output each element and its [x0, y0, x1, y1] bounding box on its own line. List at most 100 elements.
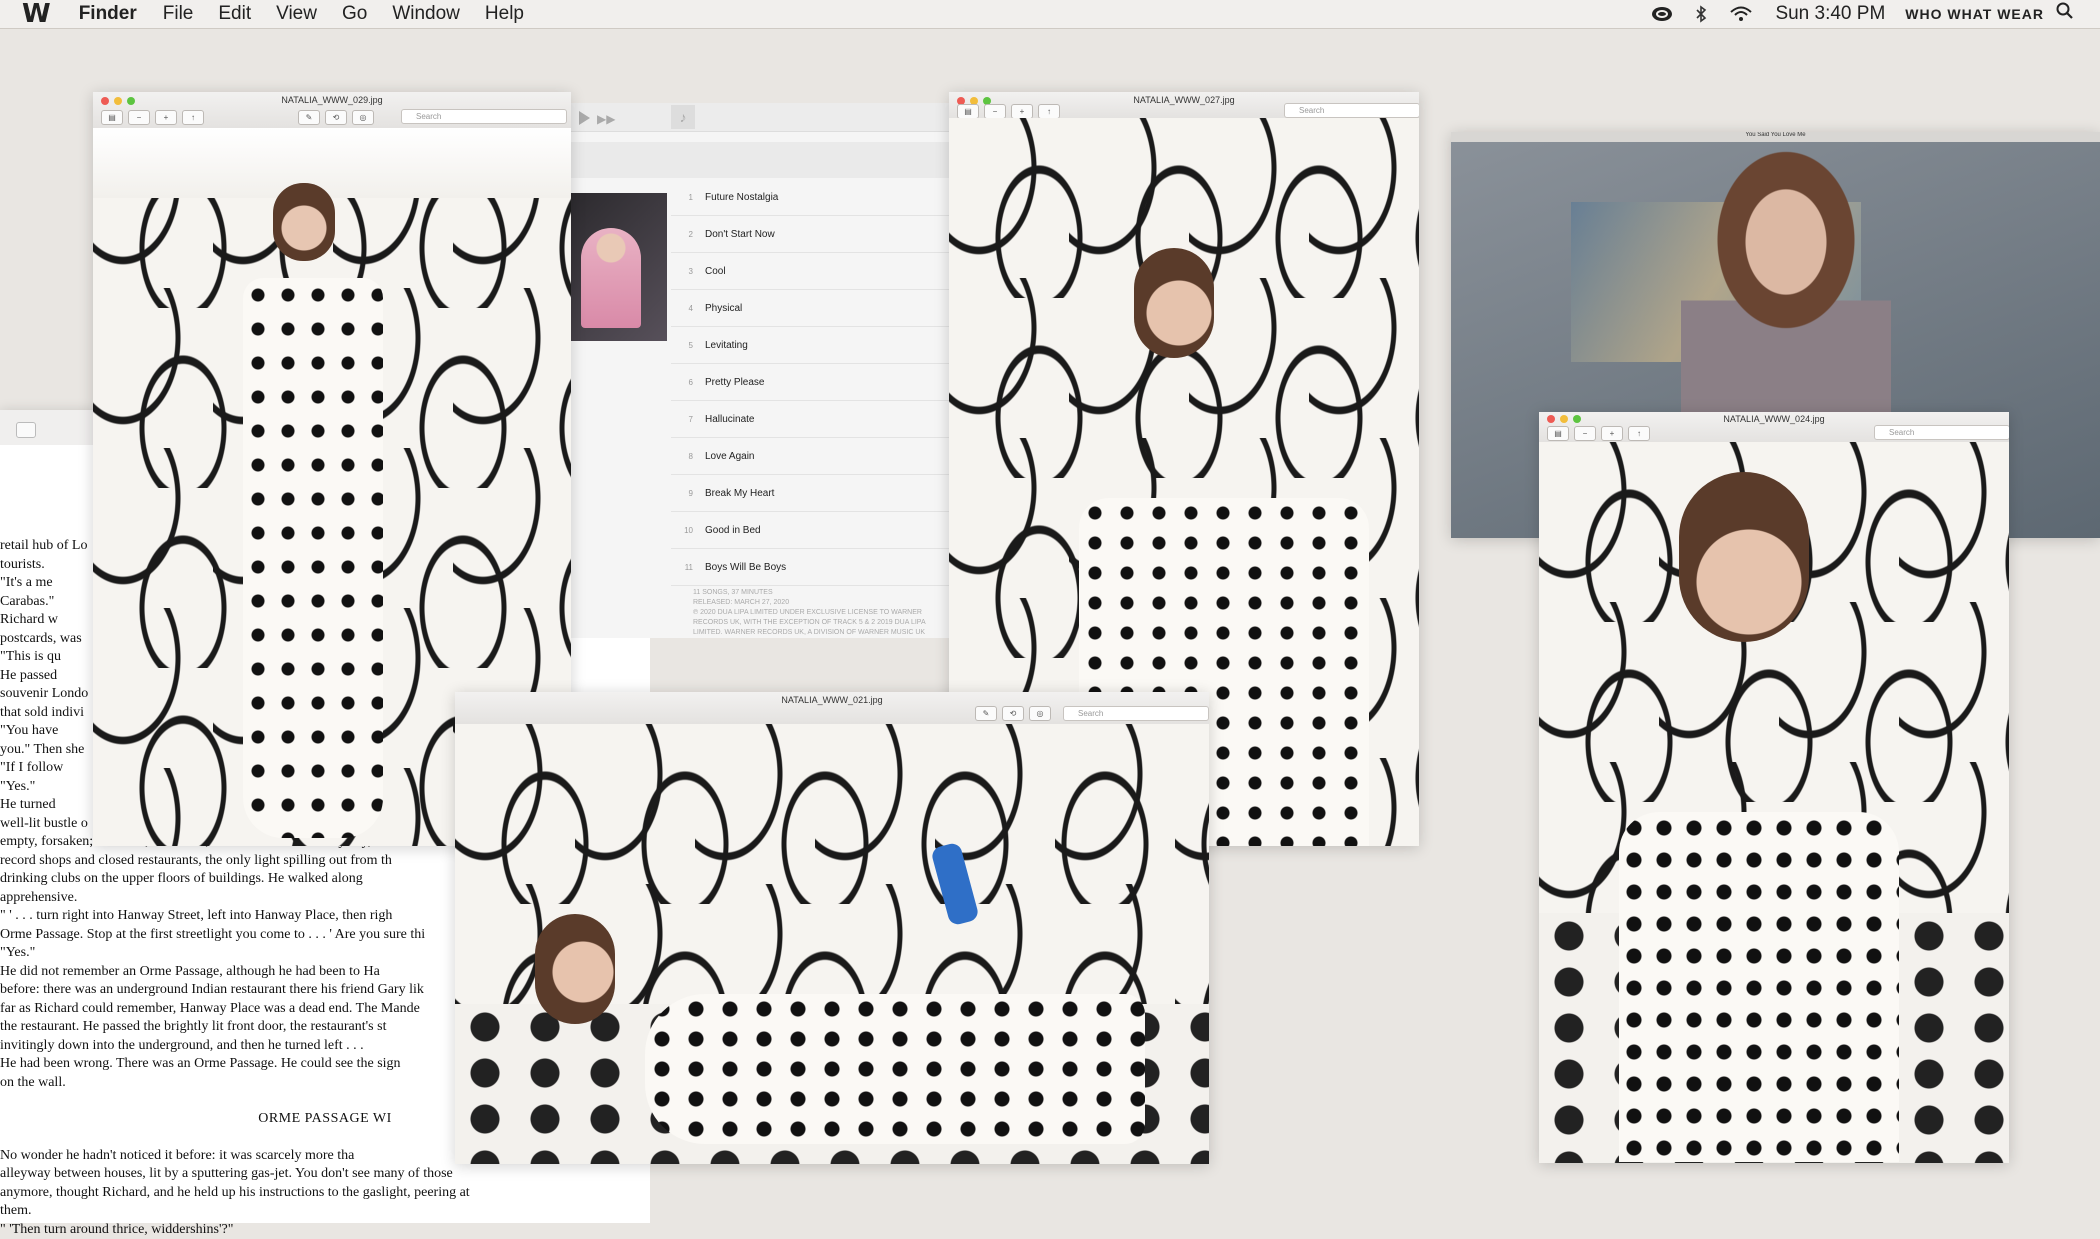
window-titlebar[interactable]: NATALIA_WWW_029.jpg ▤−+↑ ✎⟲◎ Search	[93, 92, 571, 129]
figure-dalmatian-jumpsuit	[203, 183, 413, 843]
track-row[interactable]: 10Good in Bed	[671, 512, 949, 549]
brand-logo-icon[interactable]: W	[22, 0, 49, 29]
album-copyright: ℗ 2020 DUA LIPA LIMITED UNDER EXCLUSIVE …	[693, 608, 943, 638]
menu-go[interactable]: Go	[342, 3, 367, 25]
menu-view[interactable]: View	[276, 3, 317, 25]
track-name: Break My Heart	[705, 488, 774, 499]
track-name: Levitating	[705, 340, 748, 351]
album-artwork[interactable]	[571, 193, 667, 341]
music-player-window: ▶▶ ♪ 1 Future Nostalgia 2 Don't Start Now 3C…	[571, 103, 949, 638]
status-area: Sun 3:40 PM WHO WHAT WEAR	[1651, 0, 2100, 28]
window-title: You Said You Love Me	[1451, 132, 2100, 138]
track-number: 10	[671, 526, 693, 535]
track-number: 6	[671, 378, 693, 387]
zoom-out-icon[interactable]: −	[984, 104, 1006, 119]
fast-forward-icon[interactable]: ▶▶	[597, 112, 615, 126]
markup-icon[interactable]: ✎	[975, 706, 997, 721]
track-row[interactable]: 7 Hallucinate	[671, 401, 949, 438]
album-cover-art	[581, 228, 641, 328]
track-name: Hallucinate	[705, 414, 754, 425]
annotate-icon[interactable]: ◎	[1029, 706, 1051, 721]
share-icon[interactable]: ↑	[1038, 104, 1060, 119]
track-name: Boys Will Be Boys	[705, 562, 786, 573]
search-input[interactable]: Search	[1063, 706, 1209, 721]
blue-heel	[930, 841, 980, 926]
annotate-icon[interactable]: ◎	[352, 110, 374, 125]
sidebar-toggle-icon[interactable]: ▤	[101, 110, 123, 125]
spotlight-search-icon[interactable]	[2056, 2, 2074, 26]
wifi-icon[interactable]	[1729, 5, 1753, 23]
track-row[interactable]: 11 Boys Will Be Boys	[671, 549, 949, 586]
album-meta: 11 SONGS, 37 MINUTES RELEASED: MARCH 27,…	[693, 588, 943, 638]
play-icon[interactable]	[579, 111, 590, 125]
track-number: 11	[671, 563, 693, 572]
search-input[interactable]: Search	[401, 109, 567, 124]
brand-name: WHO WHAT WEAR	[1905, 6, 2044, 22]
share-icon[interactable]: ↑	[182, 110, 204, 125]
music-note-icon: ♪	[671, 105, 695, 129]
search-input[interactable]: Search	[1874, 425, 2009, 440]
zoom-out-icon[interactable]: −	[128, 110, 150, 125]
preview-window-024[interactable]: NATALIA_WWW_024.jpg ▤−+ ↑ Search	[1539, 412, 2009, 1163]
rotate-icon[interactable]: ⟲	[325, 110, 347, 125]
book-line: alleyway between houses, lit by a sputte…	[0, 1165, 650, 1184]
music-header-band	[571, 142, 949, 178]
menu-window[interactable]: Window	[392, 3, 460, 25]
track-row[interactable]: 6 Pretty Please	[671, 364, 949, 401]
track-name: Physical	[705, 303, 742, 314]
menu-app-finder[interactable]: Finder	[79, 3, 137, 25]
track-number: 4	[671, 304, 693, 313]
window-titlebar[interactable]: NATALIA_WWW_021.jpg ✎ ⟲ ◎ Search	[455, 692, 1209, 725]
track-number: 8	[671, 452, 693, 461]
background-window	[0, 410, 100, 450]
menu-bar: W Finder File Edit View Go Window Help S…	[0, 0, 2100, 29]
photo-natalia-reclining	[455, 724, 1209, 1164]
track-row[interactable]: 1 Future Nostalgia	[671, 179, 949, 216]
zoom-in-icon[interactable]: +	[1011, 104, 1033, 119]
track-name: Pretty Please	[705, 377, 764, 388]
rotate-icon[interactable]: ⟲	[1002, 706, 1024, 721]
window-title: NATALIA_WWW_021.jpg	[455, 695, 1209, 705]
track-number: 5	[671, 341, 693, 350]
menu-help[interactable]: Help	[485, 3, 524, 25]
search-input[interactable]: Search	[1284, 103, 1419, 118]
track-number: 2	[671, 230, 693, 239]
bluetooth-icon[interactable]	[1695, 5, 1707, 23]
creative-cloud-icon[interactable]	[1651, 6, 1673, 22]
track-number: 9	[671, 489, 693, 498]
menu-edit[interactable]: Edit	[218, 3, 251, 25]
share-icon[interactable]: ↑	[1628, 426, 1650, 441]
track-list: 1 Future Nostalgia 2 Don't Start Now 3Cool 4 P…	[671, 179, 949, 586]
book-line: anymore, thought Richard, and he held up…	[0, 1184, 650, 1203]
figure-leaning-forward	[1559, 472, 1989, 1162]
window-titlebar[interactable]: NATALIA_WWW_027.jpg ▤−+↑ Search	[949, 92, 1419, 119]
zoom-in-icon[interactable]: +	[1601, 426, 1623, 441]
book-line: them.	[0, 1202, 650, 1221]
window-title: NATALIA_WWW_024.jpg	[1539, 414, 2009, 424]
track-row[interactable]: 4 Physical	[671, 290, 949, 327]
markup-icon[interactable]: ✎	[298, 110, 320, 125]
track-number: 3	[671, 267, 693, 276]
zoom-out-icon[interactable]: −	[1574, 426, 1596, 441]
preview-window-021[interactable]: NATALIA_WWW_021.jpg ✎ ⟲ ◎ Search	[455, 692, 1209, 1164]
track-name: Future Nostalgia	[705, 192, 778, 203]
share-icon[interactable]	[16, 422, 36, 438]
sidebar-toggle-icon[interactable]: ▤	[1547, 426, 1569, 441]
track-row[interactable]: 9 Break My Heart	[671, 475, 949, 512]
photo-natalia-leaning	[1539, 442, 2009, 1163]
album-release-date: RELEASED: MARCH 27, 2020	[693, 598, 943, 608]
book-line: " 'Then turn around thrice, widdershins'…	[0, 1221, 650, 1239]
menu-file[interactable]: File	[163, 3, 194, 25]
track-row[interactable]: 2 Don't Start Now	[671, 216, 949, 253]
track-row[interactable]: 3Cool	[671, 253, 949, 290]
clock[interactable]: Sun 3:40 PM	[1775, 3, 1885, 25]
track-row[interactable]: 8 Love Again	[671, 438, 949, 475]
track-name: Don't Start Now	[705, 229, 775, 240]
track-number: 1	[671, 193, 693, 202]
zoom-in-icon[interactable]: +	[155, 110, 177, 125]
track-row[interactable]: 5 Levitating	[671, 327, 949, 364]
track-name: Love Again	[705, 451, 755, 462]
track-number: 7	[671, 415, 693, 424]
window-titlebar[interactable]: NATALIA_WWW_024.jpg ▤−+ ↑ Search	[1539, 412, 2009, 443]
sidebar-toggle-icon[interactable]: ▤	[957, 104, 979, 119]
